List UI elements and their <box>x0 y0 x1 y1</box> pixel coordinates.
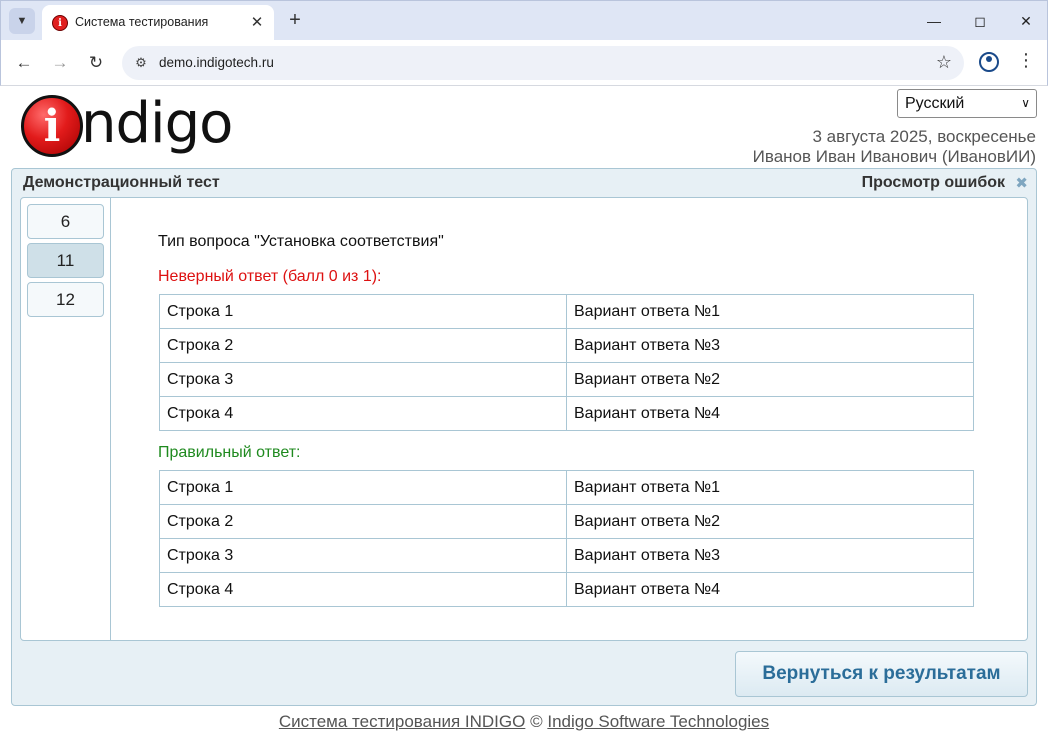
tab-list-button[interactable]: ▼ <box>9 8 35 34</box>
logo-text: ndigo <box>81 91 233 156</box>
current-date: 3 августа 2025, воскресенье <box>812 127 1036 146</box>
bookmark-star-icon[interactable]: ☆ <box>936 52 952 73</box>
close-tab-icon[interactable]: ✕ <box>248 13 266 31</box>
row-answer: Вариант ответа №1 <box>566 294 974 329</box>
table-row: Строка 2 Вариант ответа №3 <box>159 328 974 363</box>
back-arrow-icon[interactable]: ← <box>11 50 37 76</box>
row-label: Строка 2 <box>159 328 567 363</box>
browser-tab[interactable]: i Система тестирования ✕ <box>42 5 274 41</box>
new-tab-button[interactable]: + <box>284 9 306 31</box>
chevron-down-icon: ∨ <box>1021 96 1030 110</box>
wrong-answer-table: Строка 1 Вариант ответа №1 Строка 2 Вари… <box>159 294 974 431</box>
wrong-answer-label: Неверный ответ (балл 0 из 1): <box>158 268 382 285</box>
table-row: Строка 1 Вариант ответа №1 <box>159 470 974 505</box>
footer: Система тестирования INDIGO © Indigo Sof… <box>0 712 1048 732</box>
row-label: Строка 3 <box>159 538 567 573</box>
question-type-label: Тип вопроса "Установка соответствия" <box>158 233 444 250</box>
table-row: Строка 3 Вариант ответа №2 <box>159 362 974 397</box>
row-answer: Вариант ответа №4 <box>566 572 974 607</box>
site-settings-icon[interactable]: ⚙ <box>132 54 150 72</box>
row-answer: Вариант ответа №4 <box>566 396 974 431</box>
browser-tab-bar: ▼ i Система тестирования ✕ + — ◻ ✕ <box>0 0 1048 41</box>
table-row: Строка 4 Вариант ответа №4 <box>159 572 974 607</box>
question-button-12[interactable]: 12 <box>27 282 104 317</box>
close-icon[interactable]: ✖ <box>1015 174 1028 192</box>
forward-arrow-icon[interactable]: → <box>47 50 73 76</box>
favicon-icon: i <box>52 15 68 31</box>
menu-dots-icon[interactable]: ⋮ <box>1017 50 1035 71</box>
mode-title: Просмотр ошибок <box>861 174 1005 191</box>
copyright-sign: © <box>530 712 543 731</box>
test-panel: Демонстрационный тест Просмотр ошибок ✖ … <box>11 168 1037 706</box>
language-select[interactable]: Русский ∨ <box>897 89 1037 118</box>
row-label: Строка 4 <box>159 572 567 607</box>
table-row: Строка 2 Вариант ответа №2 <box>159 504 974 539</box>
question-area: 6 11 12 Тип вопроса "Установка соответст… <box>20 197 1028 641</box>
question-button-6[interactable]: 6 <box>27 204 104 239</box>
logo-mark: i <box>21 95 83 157</box>
back-to-results-button[interactable]: Вернуться к результатам <box>735 651 1028 697</box>
minimize-icon[interactable]: — <box>911 7 957 35</box>
row-label: Строка 1 <box>159 294 567 329</box>
system-link[interactable]: Система тестирования INDIGO <box>279 712 525 731</box>
language-value: Русский <box>905 95 965 112</box>
reload-icon[interactable]: ↻ <box>83 50 109 76</box>
question-button-11[interactable]: 11 <box>27 243 104 278</box>
row-label: Строка 4 <box>159 396 567 431</box>
profile-icon[interactable] <box>979 52 999 72</box>
chevron-down-icon: ▼ <box>16 15 28 27</box>
row-answer: Вариант ответа №1 <box>566 470 974 505</box>
question-list: 6 11 12 <box>21 198 111 640</box>
row-answer: Вариант ответа №3 <box>566 538 974 573</box>
table-row: Строка 4 Вариант ответа №4 <box>159 396 974 431</box>
row-answer: Вариант ответа №2 <box>566 504 974 539</box>
user-name: Иванов Иван Иванович (ИвановИИ) <box>752 147 1036 166</box>
test-title: Демонстрационный тест <box>23 174 220 191</box>
row-answer: Вариант ответа №2 <box>566 362 974 397</box>
company-link[interactable]: Indigo Software Technologies <box>547 712 769 731</box>
row-label: Строка 3 <box>159 362 567 397</box>
row-label: Строка 1 <box>159 470 567 505</box>
table-row: Строка 3 Вариант ответа №3 <box>159 538 974 573</box>
right-answer-label: Правильный ответ: <box>158 444 301 461</box>
row-answer: Вариант ответа №3 <box>566 328 974 363</box>
tab-title: Система тестирования <box>75 15 209 29</box>
browser-toolbar: ← → ↻ ⚙ demo.indigotech.ru ☆ ⋮ <box>0 40 1048 86</box>
row-label: Строка 2 <box>159 504 567 539</box>
url-text[interactable]: demo.indigotech.ru <box>159 55 274 70</box>
table-row: Строка 1 Вариант ответа №1 <box>159 294 974 329</box>
address-bar[interactable]: ⚙ demo.indigotech.ru ☆ <box>122 46 964 80</box>
maximize-icon[interactable]: ◻ <box>957 7 1003 35</box>
right-answer-table: Строка 1 Вариант ответа №1 Строка 2 Вари… <box>159 470 974 607</box>
close-window-icon[interactable]: ✕ <box>1003 7 1048 35</box>
